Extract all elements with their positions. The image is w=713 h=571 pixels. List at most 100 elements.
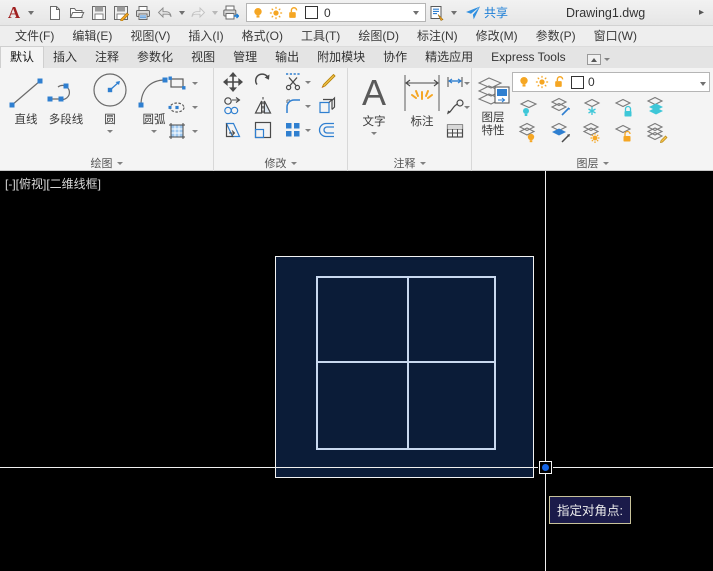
layer-off-tool[interactable]: [548, 96, 574, 118]
panel-draw-title-bar[interactable]: 绘图: [0, 155, 213, 171]
layer-lock-tool[interactable]: [612, 96, 638, 118]
crosshair-horizontal-right: [553, 467, 713, 468]
circle-tool[interactable]: 圆: [86, 68, 134, 136]
plot-preview-icon[interactable]: [220, 2, 242, 24]
panel-modify-title-bar[interactable]: 修改: [214, 155, 347, 171]
app-menu-chevron-down-icon[interactable]: [25, 2, 36, 24]
menu-tools[interactable]: 工具(T): [292, 26, 349, 47]
ribbon-minimize-button[interactable]: [586, 54, 610, 68]
scale-tool[interactable]: [252, 119, 274, 141]
redo-icon[interactable]: [187, 2, 209, 24]
layer-thaw-tool[interactable]: [580, 122, 606, 144]
hatch-tool-chevron-down-icon[interactable]: [190, 120, 199, 142]
panel-annotation-title-bar[interactable]: 注释: [348, 155, 471, 171]
tab-collaborate[interactable]: 协作: [374, 47, 416, 68]
layer-match-tool[interactable]: [644, 122, 670, 144]
tab-parametric[interactable]: 参数化: [128, 47, 182, 68]
polyline-tool[interactable]: 多段线: [42, 72, 90, 127]
undo-icon[interactable]: [154, 2, 176, 24]
layer-control-combo[interactable]: 0: [246, 3, 426, 22]
erase-tool[interactable]: [316, 71, 338, 93]
text-tool-label: 文字: [362, 116, 386, 128]
menu-format[interactable]: 格式(O): [233, 26, 292, 47]
menu-draw[interactable]: 绘图(D): [349, 26, 408, 47]
layer-combo-chevron-down-icon[interactable]: [409, 10, 423, 15]
menu-modify[interactable]: 修改(M): [467, 26, 527, 47]
dimension-style-chevron-down-icon[interactable]: [462, 72, 471, 94]
menu-file[interactable]: 文件(F): [6, 26, 63, 47]
ribbon-minimize-icon: [586, 54, 601, 65]
open-file-icon[interactable]: [66, 2, 88, 24]
tab-output[interactable]: 输出: [266, 47, 308, 68]
layer-match-icon: [646, 122, 668, 143]
layer-properties-icon[interactable]: [426, 2, 448, 24]
menu-parametric[interactable]: 参数(P): [527, 26, 585, 47]
tab-featured-apps[interactable]: 精选应用: [416, 47, 482, 68]
table-tool[interactable]: [444, 120, 466, 142]
document-title: Drawing1.dwg: [566, 5, 646, 20]
stretch-tool[interactable]: [222, 119, 244, 141]
layer-turn-on-tool[interactable]: [516, 122, 542, 144]
quick-access-customize-chevron-icon[interactable]: [448, 2, 459, 24]
viewport-label[interactable]: [-][俯视][二维线框]: [5, 175, 101, 192]
offset-tool[interactable]: [316, 119, 338, 141]
rectangle-tool-chevron-down-icon[interactable]: [190, 72, 199, 94]
layer-unlock-tool[interactable]: [612, 122, 638, 144]
text-tool-chevron-down-icon[interactable]: [350, 129, 398, 138]
copy-tool[interactable]: [222, 95, 244, 117]
text-tool[interactable]: A 文字: [350, 70, 398, 138]
array-tool-chevron-down-icon[interactable]: [303, 119, 312, 141]
leader-tool-chevron-down-icon[interactable]: [462, 96, 471, 118]
fillet-tool[interactable]: [282, 95, 304, 117]
menu-window[interactable]: 窗口(W): [585, 26, 646, 47]
fillet-tool-chevron-down-icon[interactable]: [303, 95, 312, 117]
ellipse-tool-chevron-down-icon[interactable]: [190, 96, 199, 118]
layer-isolate-tool[interactable]: [516, 96, 542, 118]
autocad-a-logo-icon[interactable]: A: [3, 2, 25, 24]
menu-dimension[interactable]: 标注(N): [408, 26, 467, 47]
tab-annotate[interactable]: 注释: [86, 47, 128, 68]
ribbon-layer-combo-chevron-down-icon[interactable]: [700, 73, 706, 91]
menu-view[interactable]: 视图(V): [121, 26, 179, 47]
trim-tool-chevron-down-icon[interactable]: [303, 71, 312, 93]
rotate-tool[interactable]: [252, 71, 274, 93]
circle-tool-chevron-down-icon[interactable]: [86, 127, 134, 136]
tab-addins[interactable]: 附加模块: [308, 47, 374, 68]
array-tool[interactable]: [282, 119, 304, 141]
explode-tool[interactable]: [316, 95, 338, 117]
hatch-tool[interactable]: [166, 120, 188, 142]
titlebar-overflow-arrow-icon[interactable]: ▸: [699, 7, 704, 18]
panel-layers-title-bar[interactable]: 图层: [472, 155, 713, 171]
layer-thaw-icon: [582, 122, 600, 143]
menu-edit[interactable]: 编辑(E): [63, 26, 121, 47]
share-label: 共享: [484, 6, 509, 20]
layer-merge-tool[interactable]: [644, 96, 670, 118]
drawing-canvas[interactable]: [-][俯视][二维线框] 指定对角点:: [0, 171, 713, 571]
share-button[interactable]: 共享: [465, 4, 508, 21]
tab-manage[interactable]: 管理: [224, 47, 266, 68]
rectangle-tool[interactable]: [166, 72, 188, 94]
trim-tool[interactable]: [282, 71, 304, 93]
tab-express-tools[interactable]: Express Tools: [482, 47, 574, 68]
scale-icon: [254, 121, 272, 139]
layer-freeze-tool[interactable]: [580, 96, 606, 118]
new-file-icon[interactable]: [44, 2, 66, 24]
ribbon-layer-unlocked-icon: [555, 76, 564, 87]
dimension-tool[interactable]: 标注: [396, 70, 448, 129]
move-tool[interactable]: [222, 71, 244, 93]
tab-view[interactable]: 视图: [182, 47, 224, 68]
save-as-icon[interactable]: [110, 2, 132, 24]
save-icon[interactable]: [88, 2, 110, 24]
redo-chevron-down-icon[interactable]: [209, 2, 220, 24]
layer-unisolate-tool[interactable]: [548, 122, 574, 144]
layer-properties-tool[interactable]: 图层 特性: [472, 70, 514, 138]
ribbon-layer-control-combo[interactable]: 0: [512, 72, 710, 92]
mirror-tool[interactable]: [252, 95, 274, 117]
ellipse-tool[interactable]: [166, 96, 188, 118]
tab-home[interactable]: 默认: [0, 46, 45, 68]
tab-insert[interactable]: 插入: [44, 47, 86, 68]
menu-insert[interactable]: 插入(I): [179, 26, 232, 47]
pick-box-cursor: [539, 461, 552, 474]
undo-chevron-down-icon[interactable]: [176, 2, 187, 24]
plot-icon[interactable]: [132, 2, 154, 24]
